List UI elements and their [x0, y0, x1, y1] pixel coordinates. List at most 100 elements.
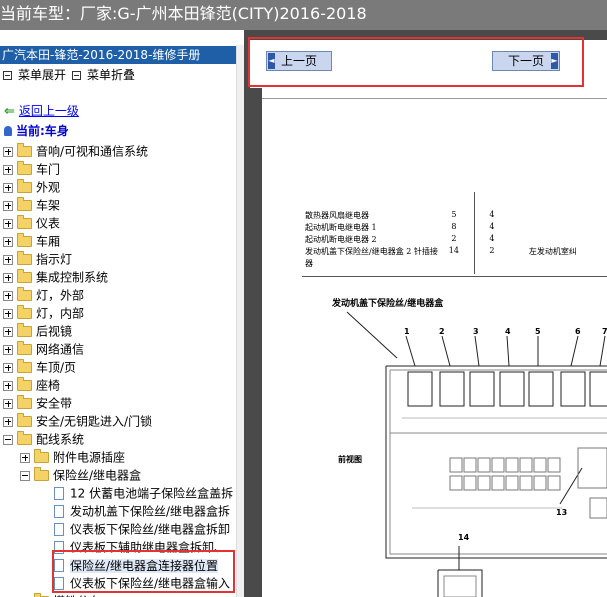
folder-icon	[17, 251, 32, 265]
tree-item[interactable]: 配线系统	[3, 430, 84, 448]
expand-toggle-icon[interactable]	[3, 218, 13, 229]
expand-toggle-icon[interactable]	[20, 452, 30, 463]
tree-item-label: 发动机盖下保险丝/继电器盒拆	[70, 504, 231, 519]
tree-item[interactable]: 集成控制系统	[3, 268, 108, 286]
callout-label: 3	[473, 327, 479, 336]
expand-toggle-icon[interactable]	[3, 236, 13, 247]
tree-item-label: 12 伏蓄电池端子保险丝盒盖拆	[70, 486, 234, 501]
tree-subitem[interactable]: 附件电源插座	[20, 448, 125, 466]
document-item[interactable]: 仪表板下保险丝/继电器盒拆卸	[54, 520, 230, 538]
tree-item-label: 音响/可视和通信系统	[36, 144, 149, 159]
expand-toggle-icon[interactable]	[3, 344, 13, 355]
tree-item-label: 车架	[36, 198, 61, 213]
collapse-toggle-icon[interactable]	[20, 470, 30, 481]
expand-toggle-icon[interactable]	[3, 416, 13, 427]
folder-icon	[17, 431, 32, 445]
tree-item-label: 安全带	[36, 396, 73, 411]
folder-icon	[17, 215, 32, 229]
back-arrow-icon: ⇐	[4, 104, 15, 119]
current-node: 当前:车身	[4, 123, 69, 139]
tree-item[interactable]: 音响/可视和通信系统	[3, 142, 148, 160]
tree-item-label: 车门	[36, 162, 61, 177]
tree-item[interactable]: 车门	[3, 160, 60, 178]
expand-all-button[interactable]: 菜单展开	[3, 67, 66, 83]
tree-item-label: 仪表	[36, 216, 61, 231]
document-icon	[54, 487, 64, 500]
previous-page-button[interactable]: ◄ 上一页	[266, 51, 332, 71]
document-item[interactable]: 保险丝/继电器盒连接器位置	[54, 556, 219, 574]
tree-item[interactable]: 外观	[3, 178, 60, 196]
folder-icon	[17, 179, 32, 193]
navigation-panel: 广汽本田-锋范-2016-2018-维修手册 菜单展开 菜单折叠 ⇐ 返回上一级 …	[0, 40, 244, 597]
tree-item[interactable]: 车顶/页	[3, 358, 76, 376]
folder-icon	[34, 449, 49, 463]
back-link-label: 返回上一级	[18, 104, 79, 118]
document-icon	[54, 559, 64, 572]
expand-toggle-icon[interactable]	[3, 254, 13, 265]
expand-toggle-icon[interactable]	[3, 290, 13, 301]
tree-item-label: 灯，内部	[36, 306, 85, 321]
tree-item-label: 车顶/页	[36, 360, 77, 375]
collapse-all-button[interactable]: 菜单折叠	[72, 67, 135, 83]
folder-icon	[17, 233, 32, 247]
folder-icon	[17, 377, 32, 391]
tree-item[interactable]: 灯，外部	[3, 286, 84, 304]
expand-toggle-icon[interactable]	[3, 164, 13, 175]
manual-title[interactable]: 广汽本田-锋范-2016-2018-维修手册	[0, 46, 244, 64]
tree-item[interactable]: 灯，内部	[3, 304, 84, 322]
tree-item[interactable]: 车厢	[3, 232, 60, 250]
document-icon	[54, 541, 64, 554]
expand-toggle-icon[interactable]	[3, 272, 13, 283]
callout-label: 4	[505, 327, 511, 336]
tree-item-label: 指示灯	[36, 252, 73, 267]
tree-item-label: 保险丝/继电器盒连接器位置	[70, 558, 219, 573]
next-page-button[interactable]: 下一页 ►	[492, 51, 560, 71]
expand-toggle-icon[interactable]	[3, 362, 13, 373]
tree-item-label: 灯，外部	[36, 288, 85, 303]
tree-item[interactable]: 网络通信	[3, 340, 84, 358]
tree-subitem[interactable]: 搭铁分布	[20, 592, 101, 597]
tree-item-label: 集成控制系统	[36, 270, 109, 285]
callout-label: 7	[602, 327, 607, 336]
tree-subitem[interactable]: 保险丝/继电器盒	[20, 466, 141, 484]
back-link[interactable]: ⇐ 返回上一级	[4, 103, 79, 119]
window-title: 当前车型：厂家:G-广州本田锋范(CITY)2016-2018	[0, 0, 607, 30]
previous-page-label: 上一页	[280, 54, 317, 68]
expand-toggle-icon[interactable]	[3, 380, 13, 391]
document-item[interactable]: 发动机盖下保险丝/继电器盒拆	[54, 502, 230, 520]
expand-toggle-icon[interactable]	[3, 308, 13, 319]
document-item[interactable]: 仪表板下辅助继电器盒拆卸、	[54, 538, 226, 556]
tree-item-label: 座椅	[36, 378, 61, 393]
expand-toggle-icon[interactable]	[3, 326, 13, 337]
folder-icon	[17, 143, 32, 157]
tree-item-label: 附件电源插座	[53, 450, 126, 465]
tree-item[interactable]: 仪表	[3, 214, 60, 232]
document-item[interactable]: 12 伏蓄电池端子保险丝盒盖拆	[54, 484, 233, 502]
folder-icon	[17, 161, 32, 175]
folder-icon	[17, 287, 32, 301]
tree-item[interactable]: 安全带	[3, 394, 72, 412]
folder-icon	[17, 359, 32, 373]
expand-toggle-icon[interactable]	[3, 146, 13, 157]
collapse-toggle-icon[interactable]	[3, 434, 13, 445]
tree-item[interactable]: 车架	[3, 196, 60, 214]
callout-label: 1	[404, 327, 410, 336]
tree-item-label: 仪表板下辅助继电器盒拆卸、	[70, 540, 227, 555]
document-icon	[54, 577, 64, 590]
expand-toggle-icon[interactable]	[3, 398, 13, 409]
tree-item[interactable]: 座椅	[3, 376, 60, 394]
tree-item[interactable]: 后视镜	[3, 322, 72, 340]
expand-toggle-icon[interactable]	[3, 182, 13, 193]
left-arrow-icon: ◄	[268, 53, 275, 69]
fuse-box-diagram: 1 2 3 4 5 6 7 13 14	[346, 311, 607, 597]
tree-item[interactable]: 安全/无钥匙进入/门锁	[3, 412, 152, 430]
collapse-all-label: 菜单折叠	[87, 68, 136, 82]
expand-toggle-icon[interactable]	[3, 200, 13, 211]
folder-icon	[17, 197, 32, 211]
document-item[interactable]: 仪表板下保险丝/继电器盒输入	[54, 574, 230, 592]
folder-icon	[17, 323, 32, 337]
tree-item-label: 仪表板下保险丝/继电器盒输入	[70, 576, 231, 591]
folder-icon	[17, 269, 32, 283]
tree-item-label: 外观	[36, 180, 61, 195]
tree-item[interactable]: 指示灯	[3, 250, 72, 268]
